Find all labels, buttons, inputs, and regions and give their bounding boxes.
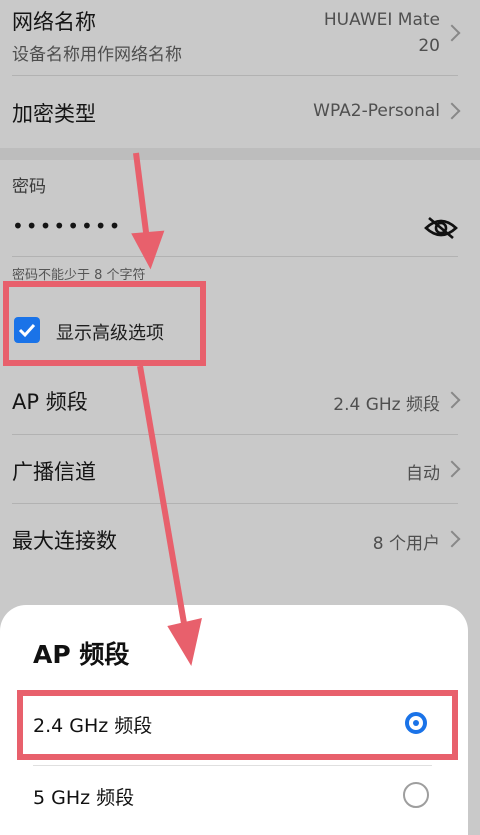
- arrow-1: [131, 152, 165, 270]
- annotation-arrows: [131, 152, 202, 666]
- arrow-2: [137, 365, 202, 666]
- hotspot-settings-screen: 网络名称 设备名称用作网络名称 HUAWEI Mate 20 加密类型 WPA2…: [0, 0, 480, 835]
